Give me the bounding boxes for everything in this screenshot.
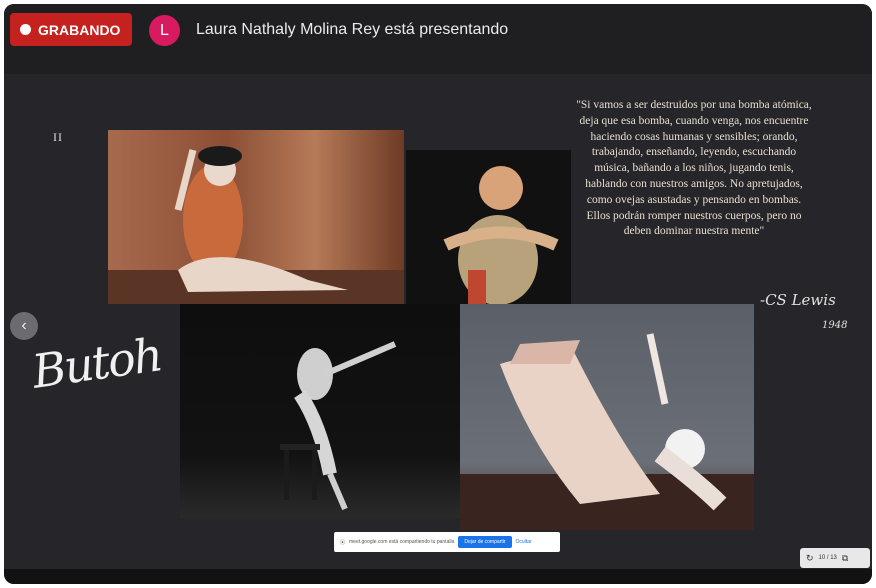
window-icon[interactable]: ⧉: [842, 553, 848, 564]
slide-title-script: Butoh: [28, 327, 165, 399]
quote-year: 1948: [822, 320, 848, 331]
presenter-text: Laura Nathaly Molina Rey está presentand…: [196, 21, 509, 38]
presenter-avatar: L: [149, 15, 180, 46]
presented-slide: II "Si vamos a ser destruidos por una bo…: [4, 74, 872, 569]
previous-slide-button[interactable]: ‹: [10, 312, 38, 340]
meet-window: GRABANDO L Laura Nathaly Molina Rey está…: [4, 4, 872, 584]
screen-share-bar: ⦿ meet.google.com está compartiendo tu p…: [334, 532, 560, 552]
hide-share-bar-button[interactable]: Ocultar: [516, 539, 532, 545]
slide-counter: 10 / 13: [818, 555, 837, 561]
stop-sharing-button[interactable]: Dejar de compartir: [458, 536, 512, 548]
butoh-photo-2: [406, 150, 571, 304]
slide-controls: ↻ 10 / 13 ⧉: [800, 548, 870, 568]
slide-page-marker: II: [53, 130, 63, 144]
chevron-left-icon: ‹: [21, 317, 27, 334]
refresh-icon[interactable]: ↻: [806, 553, 814, 564]
bottom-bar: [4, 569, 872, 584]
top-bar: GRABANDO L Laura Nathaly Molina Rey está…: [4, 4, 872, 66]
recording-label: GRABANDO: [38, 21, 121, 38]
slide-quote: "Si vamos a ser destruidos por una bomba…: [576, 99, 812, 238]
record-dot-icon: [20, 24, 31, 35]
quote-signature: -CS Lewis: [760, 291, 836, 309]
butoh-photo-4: [460, 304, 754, 530]
share-message: meet.google.com está compartiendo tu pan…: [349, 539, 455, 545]
recording-badge[interactable]: GRABANDO: [10, 13, 132, 46]
butoh-photo-1: [108, 130, 404, 304]
butoh-photo-3: [180, 304, 460, 518]
share-info-icon: ⦿: [340, 539, 346, 546]
